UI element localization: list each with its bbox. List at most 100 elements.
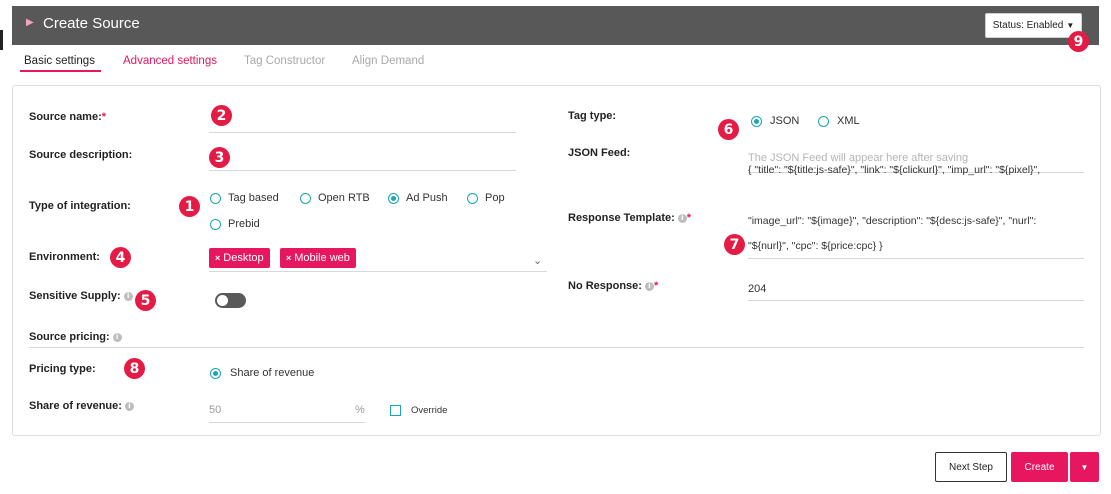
- share-of-revenue-input[interactable]: 50: [209, 404, 221, 416]
- sensitive-supply-label: Sensitive Supply: i: [29, 290, 133, 302]
- tab-align-demand[interactable]: Align Demand: [352, 55, 424, 67]
- radio-open-rtb[interactable]: [300, 192, 311, 204]
- status-label: Status: Enabled: [992, 20, 1064, 31]
- source-name-underline: [209, 132, 516, 133]
- badge-6: 6: [718, 119, 739, 140]
- toggle-knob: [217, 295, 228, 306]
- integration-option-pop[interactable]: Pop: [467, 192, 505, 204]
- info-icon[interactable]: i: [112, 332, 122, 342]
- tab-basic-settings[interactable]: Basic settings: [24, 55, 95, 67]
- option-label: Pop: [485, 192, 505, 204]
- response-template-label-text: Response Template:: [568, 212, 675, 224]
- badge-8: 8: [124, 358, 145, 379]
- caret-down-icon: ▼: [1066, 21, 1075, 30]
- tag-type-option-json[interactable]: JSON: [751, 115, 799, 127]
- integration-option-ad-push[interactable]: Ad Push: [388, 192, 448, 204]
- option-label: Share of revenue: [230, 367, 315, 379]
- source-pricing-label: Source pricing: i: [29, 331, 122, 343]
- share-of-revenue-underline: [209, 422, 365, 423]
- override-checkbox[interactable]: [390, 405, 401, 416]
- radio-ad-push[interactable]: [388, 192, 399, 204]
- required-marker: *: [653, 280, 659, 292]
- required-marker: *: [101, 111, 107, 123]
- no-response-label-text: No Response:: [568, 280, 642, 292]
- pricing-option-share-of-revenue[interactable]: Share of revenue: [210, 367, 314, 379]
- radio-tag-based[interactable]: [210, 192, 221, 204]
- source-pricing-label-text: Source pricing:: [29, 331, 110, 343]
- environment-label: Environment:: [29, 251, 100, 263]
- page-header: ▶ Create Source Status: Enabled ▼: [12, 6, 1099, 45]
- option-label: JSON: [770, 115, 800, 127]
- percent-unit: %: [355, 404, 365, 416]
- option-label: Tag based: [228, 192, 279, 204]
- remove-icon[interactable]: ×: [286, 253, 291, 263]
- integration-option-tag-based[interactable]: Tag based: [210, 192, 279, 204]
- option-label: Ad Push: [406, 192, 448, 204]
- chip-label: Mobile web: [294, 252, 350, 264]
- source-name-label: Source name:*: [29, 111, 106, 123]
- badge-5: 5: [135, 290, 156, 311]
- response-template-underline: [748, 258, 1084, 259]
- next-step-button[interactable]: Next Step: [935, 452, 1007, 482]
- badge-1: 1: [179, 196, 200, 217]
- option-label: Prebid: [228, 218, 260, 230]
- pricing-type-label: Pricing type:: [29, 363, 96, 375]
- create-options-dropdown[interactable]: ▼: [1070, 452, 1099, 482]
- share-of-revenue-label: Share of revenue: i: [29, 400, 134, 412]
- info-icon[interactable]: i: [677, 213, 687, 223]
- environment-chip-mobile-web[interactable]: × Mobile web: [280, 248, 356, 268]
- json-feed-label: JSON Feed:: [568, 147, 631, 159]
- option-label: XML: [837, 115, 860, 127]
- no-response-underline: [748, 300, 1084, 301]
- json-feed-field: The JSON Feed will appear here after sav…: [748, 152, 969, 164]
- info-icon[interactable]: i: [644, 281, 654, 291]
- section-divider: [29, 347, 1084, 348]
- tag-type-label: Tag type:: [568, 110, 617, 122]
- create-button[interactable]: Create: [1011, 452, 1068, 482]
- left-edge-marker: [0, 30, 3, 50]
- source-name-input[interactable]: [209, 110, 516, 132]
- radio-pop[interactable]: [467, 192, 478, 204]
- status-dropdown-button[interactable]: Status: Enabled ▼: [985, 13, 1082, 38]
- required-marker: *: [686, 212, 692, 224]
- integration-option-prebid[interactable]: Prebid: [210, 218, 260, 230]
- radio-json[interactable]: [751, 115, 762, 127]
- source-name-label-text: Source name:: [29, 111, 102, 123]
- info-icon[interactable]: i: [123, 291, 133, 301]
- info-icon[interactable]: i: [124, 401, 134, 411]
- caret-down-icon: ▼: [1080, 462, 1089, 472]
- chip-label: Desktop: [223, 252, 264, 264]
- remove-icon[interactable]: ×: [215, 253, 220, 263]
- radio-share-of-revenue[interactable]: [210, 367, 221, 379]
- source-description-input[interactable]: [209, 148, 516, 170]
- tab-tag-constructor[interactable]: Tag Constructor: [244, 55, 325, 67]
- template-line-1: { "title": "${title:js-safe}", "link": "…: [748, 164, 1041, 176]
- response-template-textarea[interactable]: { "title": "${title:js-safe}", "link": "…: [748, 164, 1084, 256]
- share-of-revenue-label-text: Share of revenue:: [29, 400, 122, 412]
- sensitive-supply-toggle[interactable]: [215, 293, 246, 308]
- environment-underline: [209, 271, 547, 272]
- sensitive-supply-label-text: Sensitive Supply:: [29, 290, 121, 302]
- template-line-2: "image_url": "${image}", "description": …: [748, 215, 1037, 227]
- chevron-down-icon[interactable]: ⌄: [533, 254, 542, 267]
- source-description-label: Source description:: [29, 149, 133, 161]
- active-tab-indicator: [20, 70, 101, 72]
- page-title: Create Source: [43, 15, 140, 32]
- integration-type-label: Type of integration:: [29, 200, 131, 212]
- source-description-underline: [209, 170, 516, 171]
- environment-chip-desktop[interactable]: × Desktop: [209, 248, 270, 268]
- tag-type-option-xml[interactable]: XML: [818, 115, 860, 127]
- no-response-input[interactable]: 204: [748, 283, 766, 295]
- badge-9: 9: [1068, 31, 1089, 52]
- radio-xml[interactable]: [818, 115, 829, 127]
- response-template-label: Response Template: i *: [568, 212, 691, 224]
- option-label: Open RTB: [318, 192, 370, 204]
- badge-7: 7: [724, 234, 745, 255]
- tab-advanced-settings[interactable]: Advanced settings: [123, 55, 217, 67]
- override-label: Override: [411, 405, 448, 416]
- radio-prebid[interactable]: [210, 218, 221, 230]
- form-card: [12, 85, 1101, 436]
- play-arrow-icon: ▶: [26, 17, 34, 28]
- integration-option-open-rtb[interactable]: Open RTB: [300, 192, 370, 204]
- badge-4: 4: [110, 247, 131, 268]
